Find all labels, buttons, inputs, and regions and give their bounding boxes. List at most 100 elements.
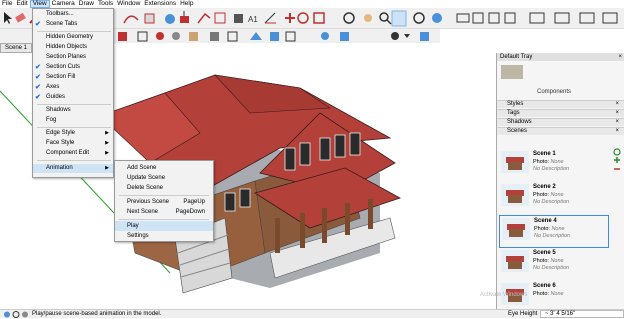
circle-tool-icon — [165, 14, 175, 24]
menu-item-section-fill[interactable]: ✔ Section Fill — [33, 73, 113, 82]
menu-edit[interactable]: Edit — [14, 0, 29, 8]
check-icon: ✔ — [35, 94, 41, 101]
menu-item-settings[interactable]: Settings — [115, 231, 213, 241]
menu-item-previous-scene[interactable]: Previous Scene PageUp — [115, 197, 213, 207]
scene-action-icons[interactable] — [611, 147, 623, 177]
close-icon[interactable]: × — [615, 110, 619, 117]
tape-measure-icon — [234, 14, 243, 23]
menu-item-axes[interactable]: ✔ Axes — [33, 83, 113, 92]
default-tray: Default Tray × Components Styles × Tags × … — [496, 53, 624, 309]
status-bar: Play/pause scene-based animation in the … — [0, 309, 624, 318]
status-text: Play/pause scene-based animation in the … — [32, 311, 162, 317]
menu-item-play[interactable]: Play — [115, 221, 213, 231]
look-around-icon — [432, 13, 442, 23]
close-icon[interactable]: × — [615, 101, 619, 108]
components-label: Components — [537, 89, 572, 95]
scene-photo: Photo: None — [533, 291, 564, 297]
layers-icon — [270, 32, 279, 41]
menu-item-section-planes[interactable]: Section Planes — [33, 53, 113, 62]
menu-item-update-scene[interactable]: Update Scene — [115, 173, 213, 183]
menu-camera[interactable]: Camera — [50, 0, 77, 8]
scene-item-4[interactable]: Scene 4 Photo: None No Description — [499, 215, 609, 248]
menu-view[interactable]: View — [29, 0, 50, 8]
styles-icon — [118, 32, 127, 41]
arc-tool-icon — [123, 15, 139, 24]
menu-file[interactable]: File — [0, 0, 14, 8]
chevron-right-icon: ▶ — [105, 130, 109, 136]
tray-section-shadows[interactable]: Shadows × — [497, 118, 624, 126]
scene-thumbnail — [501, 250, 529, 272]
menu-draw[interactable]: Draw — [77, 0, 96, 8]
scale-tool-icon — [313, 12, 325, 24]
menu-item-edge-style[interactable]: Edge Style ▶ — [33, 129, 113, 138]
close-icon[interactable]: × — [615, 119, 619, 126]
close-icon[interactable]: × — [615, 128, 619, 135]
tray-section-tags[interactable]: Tags × — [497, 109, 624, 117]
menu-bar: File Edit View Camera Draw Tools Window … — [0, 0, 624, 8]
menu-item-component-edit[interactable]: Component Edit ▶ — [33, 149, 113, 158]
component-thumbnail[interactable] — [501, 65, 523, 79]
menu-item-animation[interactable]: Animation ▶ — [33, 164, 113, 173]
menu-tools[interactable]: Tools — [96, 0, 115, 8]
scene-description: No Description — [533, 199, 570, 205]
monochrome-icon — [210, 32, 219, 41]
section-label: Tags — [507, 110, 520, 116]
scene-tab-1[interactable]: Scene 1 — [0, 43, 33, 53]
menu-item-section-cuts[interactable]: ✔ Section Cuts — [33, 63, 113, 72]
menu-item-shadows[interactable]: Shadows — [33, 106, 113, 115]
menu-item-toolbars[interactable]: Toolbars... — [33, 10, 113, 19]
zoom-icon — [379, 12, 392, 25]
select-tool-icon — [4, 12, 12, 24]
dropdown-icon — [404, 34, 410, 38]
measurements-input[interactable]: ~ 3' 4 5/16" — [540, 310, 624, 318]
scene-item-2[interactable]: Scene 2 Photo: None No Description — [499, 182, 609, 215]
menu-item-face-style[interactable]: Face Style ▶ — [33, 139, 113, 148]
check-icon: ✔ — [35, 64, 41, 71]
help-icon — [12, 311, 20, 318]
tray-section-scenes[interactable]: Scenes × — [497, 127, 624, 135]
scene-name: Scene 6 — [533, 283, 556, 289]
menu-item-guides[interactable]: ✔ Guides — [33, 93, 113, 102]
menu-item-delete-scene[interactable]: Delete Scene — [115, 183, 213, 193]
axes-tool-icon — [264, 12, 276, 24]
left-view-icon — [579, 12, 595, 24]
camera-icon — [391, 32, 399, 40]
move-tool-icon — [285, 13, 295, 23]
chevron-right-icon: ▶ — [105, 150, 109, 156]
menu-item-fog[interactable]: Fog — [33, 116, 113, 125]
chevron-right-icon: ▶ — [105, 140, 109, 146]
menu-item-hidden-geometry[interactable]: Hidden Geometry — [33, 33, 113, 42]
scene-thumbnail — [502, 218, 530, 240]
check-icon: ✔ — [35, 74, 41, 81]
wireframe-icon — [227, 31, 238, 42]
text-tool-icon: A1 — [248, 15, 258, 24]
activate-windows-watermark: Activate Windows — [480, 292, 528, 298]
back-view-icon — [554, 12, 570, 24]
scene-name: Scene 4 — [534, 218, 557, 224]
pan-icon — [364, 14, 372, 22]
close-icon[interactable]: × — [618, 53, 622, 61]
scene-item-5[interactable]: Scene 5 Photo: None No Description — [499, 248, 609, 281]
scene-item-1[interactable]: Scene 1 Photo: None No Description — [499, 149, 609, 182]
menu-item-hidden-objects[interactable]: Hidden Objects — [33, 43, 113, 52]
menu-item-scene-tabs[interactable]: ✔ Scene Tabs — [33, 20, 113, 29]
user-icon — [22, 311, 28, 318]
info-icon — [4, 311, 10, 318]
menu-window[interactable]: Window — [115, 0, 142, 8]
tray-section-styles[interactable]: Styles × — [497, 100, 624, 108]
section-label: Scenes — [507, 128, 528, 134]
menu-item-next-scene[interactable]: Next Scene PageDown — [115, 207, 213, 217]
menu-separator — [37, 31, 111, 32]
menu-help[interactable]: Help — [178, 0, 195, 8]
refresh-icon — [613, 148, 621, 156]
animation-submenu: Add Scene Update Scene Delete Scene Prev… — [114, 160, 214, 242]
rotate-tool-icon — [297, 12, 309, 24]
scene-name: Scene 5 — [533, 250, 556, 256]
tray-title: Default Tray × — [497, 53, 624, 61]
section-label: Shadows — [507, 119, 532, 125]
menu-item-add-scene[interactable]: Add Scene — [115, 163, 213, 173]
menu-extensions[interactable]: Extensions — [142, 0, 178, 8]
warehouse-icon — [321, 32, 329, 40]
menu-separator — [37, 104, 111, 105]
follow-me-icon — [197, 12, 211, 24]
